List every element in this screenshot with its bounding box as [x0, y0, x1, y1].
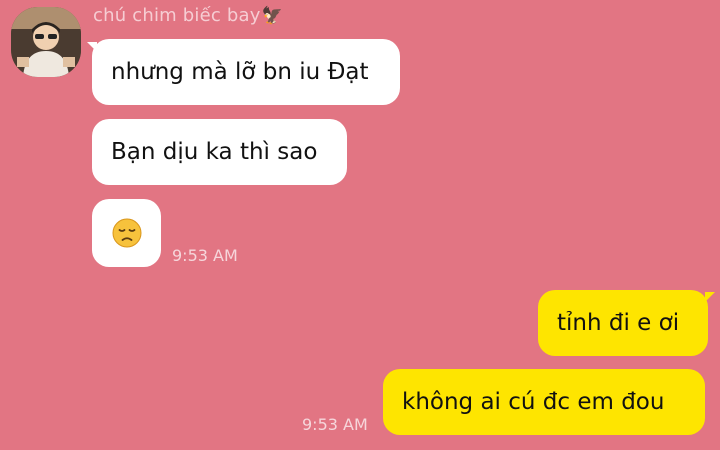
eagle-icon: 🦅	[261, 6, 283, 26]
message-timestamp: 9:53 AM	[172, 246, 238, 265]
message-timestamp: 9:53 AM	[302, 415, 368, 434]
outgoing-message-bubble[interactable]: không ai cú đc em đou	[383, 369, 705, 435]
incoming-message-bubble[interactable]: Bạn dịu ka thì sao	[92, 119, 347, 185]
sender-name-text: chú chim biếc bay	[93, 5, 261, 26]
message-text: nhưng mà lỡ bn iu Đạt	[111, 59, 369, 85]
message-text: tỉnh đi e ơi	[557, 310, 680, 336]
sender-avatar[interactable]	[11, 7, 81, 77]
sender-name: chú chim biếc bay🦅	[93, 5, 283, 26]
incoming-message-bubble[interactable]: nhưng mà lỡ bn iu Đạt	[92, 39, 400, 105]
outgoing-message-bubble[interactable]: tỉnh đi e ơi	[538, 290, 708, 356]
message-text: Bạn dịu ka thì sao	[111, 139, 318, 165]
message-text: không ai cú đc em đou	[402, 389, 665, 415]
incoming-emoji-bubble[interactable]	[92, 199, 161, 267]
sad-face-icon	[112, 218, 141, 248]
